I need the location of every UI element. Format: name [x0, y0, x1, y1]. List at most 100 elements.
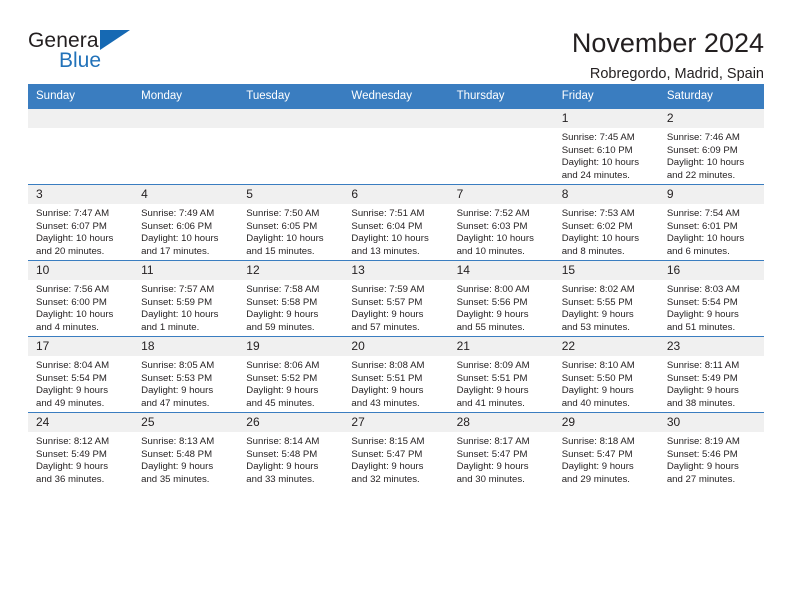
calendar-day-cell[interactable]: 8 Sunrise: 7:53 AM Sunset: 6:02 PM Daylight… — [553, 184, 659, 261]
calendar-day-cell[interactable]: 7 Sunrise: 7:52 AM Sunset: 6:03 PM Daylight… — [448, 184, 554, 261]
calendar-week-row: 17 Sunrise: 8:04 AM Sunset: 5:54 PM Dayligh… — [28, 336, 764, 413]
calendar-day-cell[interactable]: 29 Sunrise: 8:18 AM Sunset: 5:47 PM Dayligh… — [553, 412, 659, 488]
day-sun-info: Sunrise: 7:58 AM Sunset: 5:58 PM Daylight:… — [238, 280, 343, 334]
sunset-time: Sunset: 5:51 PM — [456, 372, 528, 384]
calendar-day-cell[interactable]: 24 Sunrise: 8:12 AM Sunset: 5:49 PM Dayligh… — [28, 412, 134, 488]
sunset-time: Sunset: 6:01 PM — [666, 220, 738, 232]
sunset-time: Sunset: 5:55 PM — [561, 296, 633, 308]
calendar-day-cell[interactable]: 21 Sunrise: 8:09 AM Sunset: 5:51 PM Dayligh… — [448, 336, 554, 413]
calendar-day-cell-empty — [238, 108, 344, 185]
calendar-day-cell[interactable]: 30 Sunrise: 8:19 AM Sunset: 5:46 PM Dayligh… — [658, 412, 764, 488]
calendar-day-cell[interactable]: 25 Sunrise: 8:13 AM Sunset: 5:48 PM Dayligh… — [133, 412, 239, 488]
daylight-duration-line1: Daylight: 9 hours — [561, 385, 634, 397]
daylight-duration-line2: and 57 minutes. — [351, 321, 420, 333]
day-number: 11 — [133, 261, 239, 280]
day-number: 8 — [553, 185, 659, 204]
calendar-day-cell[interactable]: 6 Sunrise: 7:51 AM Sunset: 6:04 PM Daylight… — [343, 184, 449, 261]
daylight-duration-line2: and 6 minutes. — [666, 245, 730, 257]
calendar-day-cell-empty — [343, 108, 449, 185]
daylight-duration-line2: and 33 minutes. — [246, 473, 315, 485]
calendar-day-cell[interactable]: 19 Sunrise: 8:06 AM Sunset: 5:52 PM Dayligh… — [238, 336, 344, 413]
day-number: 15 — [553, 261, 659, 280]
calendar-day-cell[interactable]: 12 Sunrise: 7:58 AM Sunset: 5:58 PM Dayligh… — [238, 260, 344, 337]
daylight-duration-line2: and 8 minutes. — [561, 245, 625, 257]
day-sun-info: Sunrise: 7:50 AM Sunset: 6:05 PM Daylight:… — [238, 204, 343, 258]
general-blue-logo[interactable]: General Blue — [28, 28, 140, 76]
calendar-day-cell[interactable]: 15 Sunrise: 8:02 AM Sunset: 5:55 PM Dayligh… — [553, 260, 659, 337]
daylight-duration-line2: and 45 minutes. — [246, 397, 315, 409]
calendar-day-cell[interactable]: 9 Sunrise: 7:54 AM Sunset: 6:01 PM Daylight… — [658, 184, 764, 261]
calendar-day-cell[interactable]: 14 Sunrise: 8:00 AM Sunset: 5:56 PM Dayligh… — [448, 260, 554, 337]
weekday-header-tuesday: Tuesday — [238, 84, 344, 109]
daylight-duration-line2: and 41 minutes. — [456, 397, 525, 409]
sunrise-time: Sunrise: 7:45 AM — [561, 132, 635, 143]
day-sun-info: Sunrise: 7:56 AM Sunset: 6:00 PM Daylight:… — [28, 280, 133, 334]
day-number: 20 — [343, 337, 449, 356]
day-sun-info: Sunrise: 8:19 AM Sunset: 5:46 PM Daylight:… — [659, 432, 764, 486]
day-number: 27 — [343, 413, 449, 432]
logo-text-general: General — [28, 29, 104, 52]
calendar-day-cell[interactable]: 10 Sunrise: 7:56 AM Sunset: 6:00 PM Dayligh… — [28, 260, 134, 337]
day-sun-info: Sunrise: 7:49 AM Sunset: 6:06 PM Daylight:… — [133, 204, 238, 258]
sunrise-time: Sunrise: 8:11 AM — [666, 360, 740, 371]
day-number: 30 — [658, 413, 764, 432]
calendar-day-cell[interactable]: 20 Sunrise: 8:08 AM Sunset: 5:51 PM Dayligh… — [343, 336, 449, 413]
daylight-duration-line1: Daylight: 9 hours — [141, 461, 214, 473]
calendar-day-cell[interactable]: 2 Sunrise: 7:46 AM Sunset: 6:09 PM Daylight… — [658, 108, 764, 185]
sunset-time: Sunset: 6:05 PM — [246, 220, 318, 232]
day-number: 16 — [658, 261, 764, 280]
sunrise-time: Sunrise: 7:59 AM — [351, 284, 425, 295]
day-number: 5 — [238, 185, 344, 204]
page-title: November 2024 — [571, 28, 764, 58]
day-sun-info: Sunrise: 7:57 AM Sunset: 5:59 PM Daylight:… — [133, 280, 238, 334]
calendar-day-cell[interactable]: 28 Sunrise: 8:17 AM Sunset: 5:47 PM Dayligh… — [448, 412, 554, 488]
day-number: 18 — [133, 337, 239, 356]
day-sun-info: Sunrise: 8:11 AM Sunset: 5:49 PM Daylight:… — [659, 356, 764, 410]
calendar-day-cell[interactable]: 4 Sunrise: 7:49 AM Sunset: 6:06 PM Daylight… — [133, 184, 239, 261]
calendar-day-cell[interactable]: 1 Sunrise: 7:45 AM Sunset: 6:10 PM Daylight… — [553, 108, 659, 185]
sunrise-time: Sunrise: 8:06 AM — [246, 360, 320, 371]
calendar-day-cell[interactable]: 13 Sunrise: 7:59 AM Sunset: 5:57 PM Dayligh… — [343, 260, 449, 337]
daylight-duration-line2: and 32 minutes. — [351, 473, 420, 485]
blue-triangle-icon — [100, 30, 130, 50]
daylight-duration-line2: and 35 minutes. — [141, 473, 210, 485]
calendar-day-cell[interactable]: 11 Sunrise: 7:57 AM Sunset: 5:59 PM Dayligh… — [133, 260, 239, 337]
location-subtitle: Robregordo, Madrid, Spain — [589, 66, 764, 83]
day-sun-info: Sunrise: 7:51 AM Sunset: 6:04 PM Daylight:… — [343, 204, 448, 258]
daylight-duration-line1: Daylight: 9 hours — [351, 385, 424, 397]
day-number: 26 — [238, 413, 344, 432]
sunset-time: Sunset: 5:56 PM — [456, 296, 528, 308]
daylight-duration-line2: and 4 minutes. — [36, 321, 99, 333]
sunrise-time: Sunrise: 8:03 AM — [666, 284, 740, 295]
sunrise-time: Sunrise: 8:14 AM — [246, 436, 320, 447]
daylight-duration-line2: and 22 minutes. — [666, 169, 736, 181]
sunset-time: Sunset: 5:46 PM — [666, 448, 738, 460]
calendar-day-cell[interactable]: 16 Sunrise: 8:03 AM Sunset: 5:54 PM Dayligh… — [658, 260, 764, 337]
day-sun-info: Sunrise: 8:03 AM Sunset: 5:54 PM Daylight:… — [659, 280, 764, 334]
calendar-day-cell[interactable]: 22 Sunrise: 8:10 AM Sunset: 5:50 PM Dayligh… — [553, 336, 659, 413]
sunset-time: Sunset: 6:07 PM — [36, 220, 107, 232]
calendar-day-cell[interactable]: 3 Sunrise: 7:47 AM Sunset: 6:07 PM Daylight… — [28, 184, 134, 261]
calendar-header-row: Sunday Monday Tuesday Wednesday Thursday… — [28, 84, 764, 109]
calendar-day-cell[interactable]: 5 Sunrise: 7:50 AM Sunset: 6:05 PM Daylight… — [238, 184, 344, 261]
sunset-time: Sunset: 6:06 PM — [141, 220, 213, 232]
calendar-day-cell[interactable]: 17 Sunrise: 8:04 AM Sunset: 5:54 PM Dayligh… — [28, 336, 134, 413]
calendar-day-cell[interactable]: 27 Sunrise: 8:15 AM Sunset: 5:47 PM Dayligh… — [343, 412, 449, 488]
sunset-time: Sunset: 5:53 PM — [141, 372, 213, 384]
sunset-time: Sunset: 6:03 PM — [456, 220, 528, 232]
sunset-time: Sunset: 5:52 PM — [246, 372, 318, 384]
weekday-header-wednesday: Wednesday — [343, 84, 449, 109]
calendar-day-cell[interactable]: 26 Sunrise: 8:14 AM Sunset: 5:48 PM Dayligh… — [238, 412, 344, 488]
sunrise-time: Sunrise: 7:46 AM — [666, 132, 740, 143]
daylight-duration-line2: and 1 minute. — [141, 321, 200, 333]
daylight-duration-line1: Daylight: 10 hours — [141, 233, 219, 245]
sunrise-time: Sunrise: 7:53 AM — [561, 208, 635, 219]
calendar-day-cell[interactable]: 23 Sunrise: 8:11 AM Sunset: 5:49 PM Dayligh… — [658, 336, 764, 413]
calendar-week-row: 3 Sunrise: 7:47 AM Sunset: 6:07 PM Daylight… — [28, 184, 764, 261]
daylight-duration-line2: and 55 minutes. — [456, 321, 525, 333]
daylight-duration-line2: and 27 minutes. — [666, 473, 736, 485]
calendar-day-cell[interactable]: 18 Sunrise: 8:05 AM Sunset: 5:53 PM Dayligh… — [133, 336, 239, 413]
sunset-time: Sunset: 6:02 PM — [561, 220, 633, 232]
sunset-time: Sunset: 5:47 PM — [561, 448, 633, 460]
calendar-week-row: 24 Sunrise: 8:12 AM Sunset: 5:49 PM Dayligh… — [28, 412, 764, 488]
